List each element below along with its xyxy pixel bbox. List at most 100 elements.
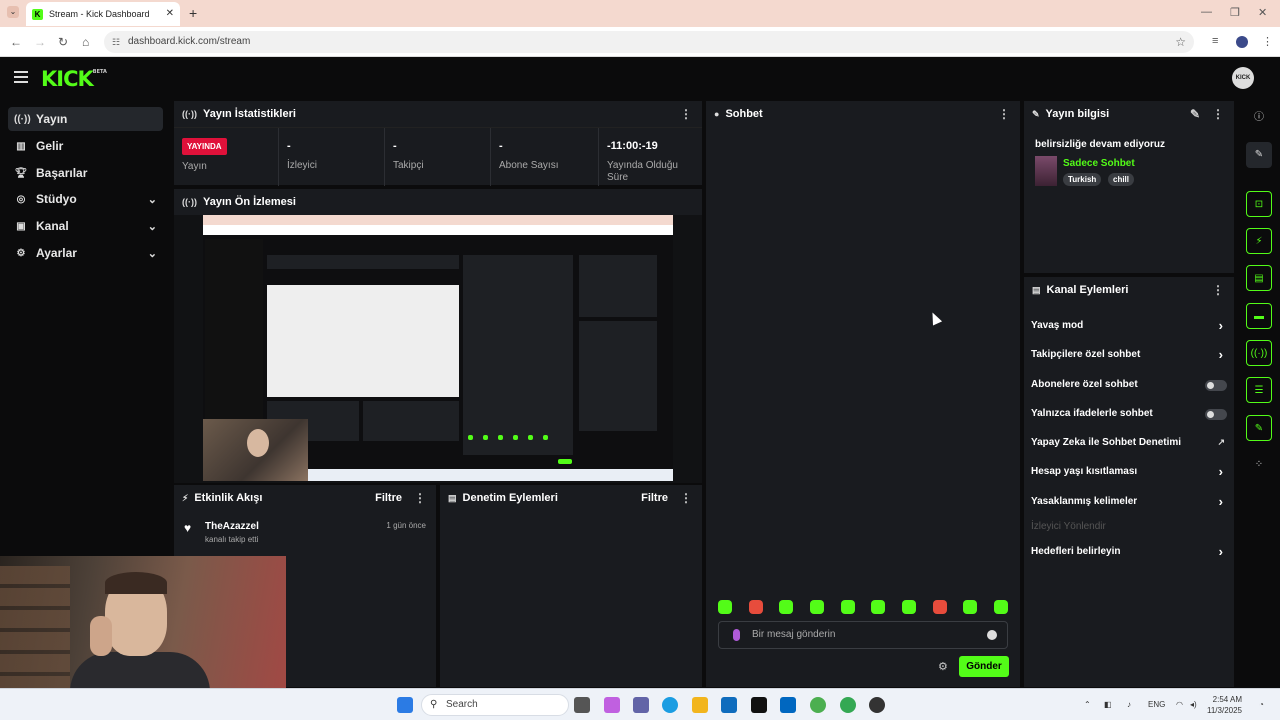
microphone-icon[interactable] [733,629,740,641]
action-ai-moderation[interactable]: Yapay Zeka ile Sohbet Denetimi ↗ [1031,437,1229,451]
emote-icon[interactable] [809,600,824,614]
profile-icon[interactable] [1236,36,1248,48]
action-banned-words[interactable]: Yasaklanmış kelimeler › [1031,494,1229,510]
send-button[interactable]: Gönder [959,656,1009,677]
chat-bubble-icon[interactable]: ▬ [1246,303,1272,329]
emote-icon[interactable] [840,600,855,614]
chrome-active-icon[interactable] [840,697,856,713]
emote-icon[interactable] [993,600,1008,614]
file-explorer-icon[interactable] [692,697,708,713]
outlook-icon[interactable] [721,697,737,713]
action-slow-mode[interactable]: Yavaş mod › [1031,318,1229,334]
close-window-icon[interactable]: ✕ [1258,6,1267,19]
emote-icon[interactable] [748,600,763,614]
emote-only-toggle[interactable] [1205,409,1227,420]
preview-moderation [363,401,459,441]
emote-icon[interactable] [779,600,794,614]
more-options-icon[interactable]: ⋮ [1212,283,1224,297]
tab-list-dropdown-icon[interactable]: ⌄ [7,6,19,18]
sidebar-item-basarilar[interactable]: 🏆︎ Başarılar [8,161,163,185]
broadcast-icon: ((·)) [182,197,197,207]
sidebar-item-studyo[interactable]: ◎ Stüdyo ⌄ [8,187,163,211]
taskbar-search[interactable]: ⚲ Search [421,694,569,716]
activity-user[interactable]: TheAzazzel [205,521,259,532]
tray-overflow-icon[interactable]: ⌃ [1084,700,1091,709]
minimize-icon[interactable]: — [1201,6,1212,18]
subscribers-only-toggle[interactable] [1205,380,1227,391]
action-account-age[interactable]: Hesap yaşı kısıtlaması › [1031,464,1229,480]
document-icon[interactable]: ▤ [1246,265,1272,291]
action-followers-only[interactable]: Takipçilere özel sohbet › [1031,347,1229,363]
reload-icon[interactable]: ↻ [58,35,68,49]
action-subscribers-only[interactable]: Abonelere özel sohbet [1031,379,1229,393]
more-options-icon[interactable]: ⋮ [680,107,692,121]
moderation-filter-button[interactable]: Filtre [641,492,668,504]
edge-icon[interactable] [662,697,678,713]
sidebar-item-ayarlar[interactable]: ⚙ Ayarlar ⌄ [8,241,163,265]
microphone-icon[interactable]: ♪ [1127,700,1131,709]
more-options-icon[interactable]: ⋮ [414,491,426,505]
back-icon[interactable]: ← [10,35,22,49]
emote-icon[interactable] [963,600,978,614]
menu-hamburger-icon[interactable] [14,71,28,83]
chrome-icon[interactable] [810,697,826,713]
new-tab-icon[interactable]: + [189,5,197,21]
site-info-icon[interactable]: ☷ [112,31,120,53]
task-view-icon[interactable] [574,697,590,713]
teams-icon[interactable] [633,697,649,713]
chevron-right-icon: › [1218,494,1223,509]
store-icon[interactable] [780,697,796,713]
layout-icon[interactable]: ☰ [1246,377,1272,403]
sidebar-item-gelir[interactable]: ▥ Gelir [8,134,163,158]
info-icon[interactable]: ⓘ [1246,105,1272,131]
notification-icon[interactable]: ◔ [1259,700,1264,709]
preview-nested-screen [267,285,459,397]
tiktok-icon[interactable] [751,697,767,713]
more-options-icon[interactable]: ⋮ [998,107,1010,121]
volume-icon[interactable]: ◂) [1190,700,1197,709]
emote-icon[interactable] [718,600,732,614]
copilot-icon[interactable] [604,697,620,713]
language-indicator[interactable]: ENG [1148,700,1165,709]
close-tab-icon[interactable]: ✕ [166,8,174,19]
more-options-icon[interactable]: ⋮ [1212,107,1224,121]
emote-icon[interactable] [871,600,886,614]
home-icon[interactable]: ⌂ [82,35,89,49]
sidebar-item-kanal[interactable]: ▣ Kanal ⌄ [8,214,163,238]
bookmark-star-icon[interactable]: ☆ [1175,31,1186,53]
sidebar-item-yayin[interactable]: ((·)) Yayın [8,107,163,131]
tray-app-icon[interactable]: ◧ [1104,700,1112,709]
wrench-icon[interactable]: ✎ [1246,415,1272,441]
action-emote-only[interactable]: Yalnızca ifadelerle sohbet [1031,408,1229,422]
emote-icon[interactable] [932,600,947,614]
maximize-icon[interactable]: ❐ [1230,6,1240,19]
browser-menu-icon[interactable]: ⋮ [1262,35,1273,48]
user-avatar[interactable]: KICK [1232,67,1254,89]
chat-settings-gear-icon[interactable]: ⚙ [938,660,948,673]
obs-icon[interactable] [869,697,885,713]
forward-icon[interactable]: → [34,35,46,49]
taskbar-clock[interactable]: 2:54 AM 11/3/2025 [1207,694,1242,716]
apps-icon[interactable]: ⁘ [1246,452,1272,478]
broadcast-icon[interactable]: ((·)) [1246,340,1272,366]
activity-filter-button[interactable]: Filtre [375,492,402,504]
screen-capture-icon[interactable]: ⊡ [1246,191,1272,217]
browser-tab[interactable]: K Stream - Kick Dashboard ✕ [26,2,180,26]
emoji-picker-icon[interactable] [987,630,997,640]
wifi-icon[interactable]: ◠ [1176,700,1183,709]
emote-icon[interactable] [901,600,916,614]
stream-category[interactable]: Sadece Sohbet [1063,158,1135,169]
stream-preview-video[interactable] [203,215,673,481]
edit-pencil-icon[interactable]: ✎ [1246,142,1272,168]
windows-start-icon[interactable] [397,697,413,713]
lightning-icon[interactable]: ⚡︎ [1246,228,1272,254]
chevron-down-icon: ⌄ [147,193,157,206]
chat-message-input[interactable]: Bir mesaj gönderin [718,621,1008,649]
url-field[interactable]: ☷ dashboard.kick.com/stream ☆ [104,31,1194,53]
action-set-goals[interactable]: Hedefleri belirleyin › [1031,544,1229,560]
stat-viewers: - İzleyici [278,128,384,186]
edit-pencil-icon[interactable]: ✎ [1190,107,1200,121]
more-options-icon[interactable]: ⋮ [680,491,692,505]
extensions-icon[interactable]: ≡ [1212,35,1218,47]
kick-logo[interactable]: KICKBETA [41,67,107,91]
